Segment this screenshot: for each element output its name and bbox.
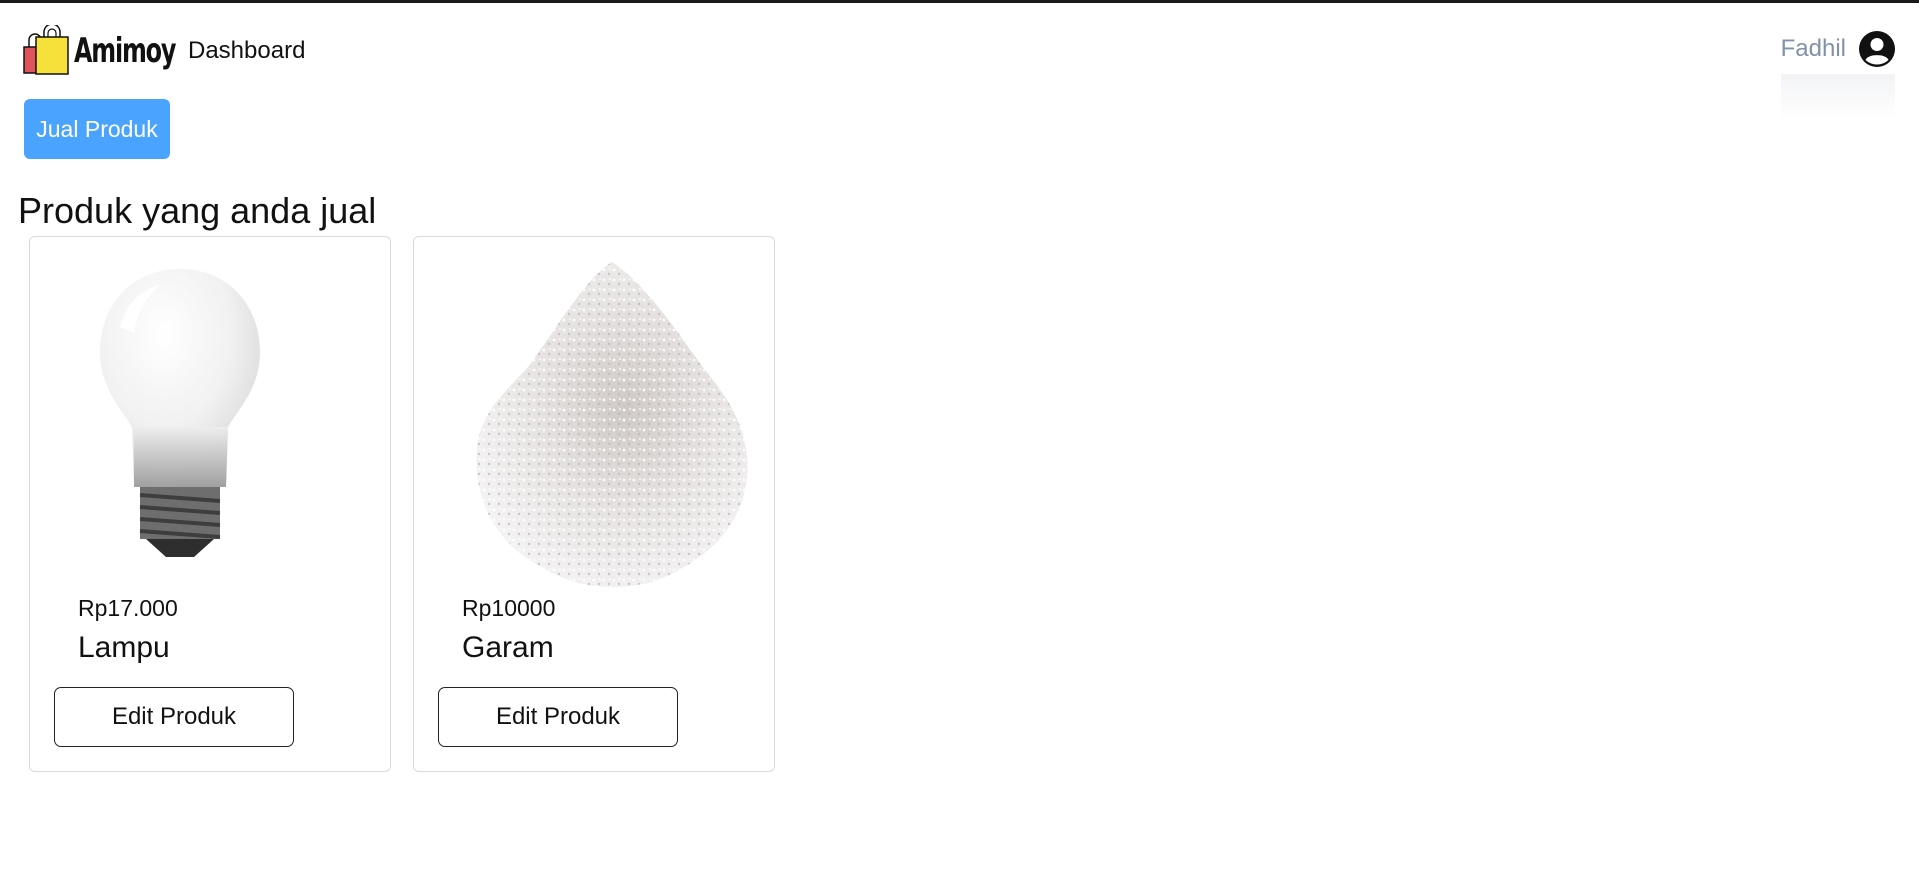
product-price: Rp10000 <box>462 595 556 621</box>
user-menu[interactable]: Fadhil <box>1781 30 1896 68</box>
edit-product-button[interactable]: Edit Produk <box>438 687 678 747</box>
user-menu-shadow <box>1781 74 1895 120</box>
page-title: Produk yang anda jual <box>18 190 377 231</box>
product-name: Garam <box>462 631 554 664</box>
light-bulb-image <box>100 269 260 557</box>
header: Amimoy Dashboard <box>22 24 305 78</box>
product-card: Rp17.000 Lampu Edit Produk <box>29 236 391 772</box>
brand-name[interactable]: Amimoy <box>74 31 176 71</box>
edit-product-button[interactable]: Edit Produk <box>54 687 294 747</box>
dashboard-link[interactable]: Dashboard <box>188 37 305 65</box>
product-card: Rp10000 Garam Edit Produk <box>413 236 775 772</box>
user-circle-icon[interactable] <box>1858 30 1896 68</box>
user-name[interactable]: Fadhil <box>1781 35 1846 63</box>
sell-product-button[interactable]: Jual Produk <box>24 99 170 159</box>
top-border <box>0 0 1919 3</box>
product-price: Rp17.000 <box>78 595 178 621</box>
product-name: Lampu <box>78 631 170 664</box>
salt-pile-image <box>476 262 748 587</box>
shopping-bags-icon[interactable] <box>22 25 74 77</box>
